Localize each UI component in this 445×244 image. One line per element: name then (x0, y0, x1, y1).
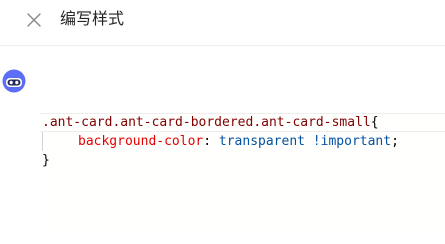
close-button[interactable] (22, 8, 46, 32)
panel-title: 编写样式 (60, 9, 125, 28)
close-icon (22, 8, 46, 32)
css-semicolon: ; (391, 134, 399, 149)
code-line-2: background-color: transparent !important… (78, 132, 399, 151)
close-brace: } (42, 153, 50, 168)
indent-guide (42, 132, 43, 151)
code-line-1: .ant-card.ant-card-bordered.ant-card-sma… (42, 113, 379, 132)
css-value: transparent !important (211, 134, 392, 149)
css-code-editor[interactable]: .ant-card.ant-card-bordered.ant-card-sma… (40, 113, 445, 233)
robot-avatar-icon (2, 69, 26, 93)
open-brace: { (370, 115, 379, 130)
panel-header: 编写样式 (0, 0, 445, 44)
css-property: background-color (78, 134, 204, 149)
css-selector: .ant-card.ant-card-bordered.ant-card-sma… (42, 115, 371, 130)
header-divider (0, 45, 445, 46)
code-line-3: } (42, 151, 50, 170)
style-editor-panel: 编写样式 .ant-card.ant-card-bordered.ant-car… (0, 0, 445, 244)
css-colon: : (203, 134, 212, 149)
